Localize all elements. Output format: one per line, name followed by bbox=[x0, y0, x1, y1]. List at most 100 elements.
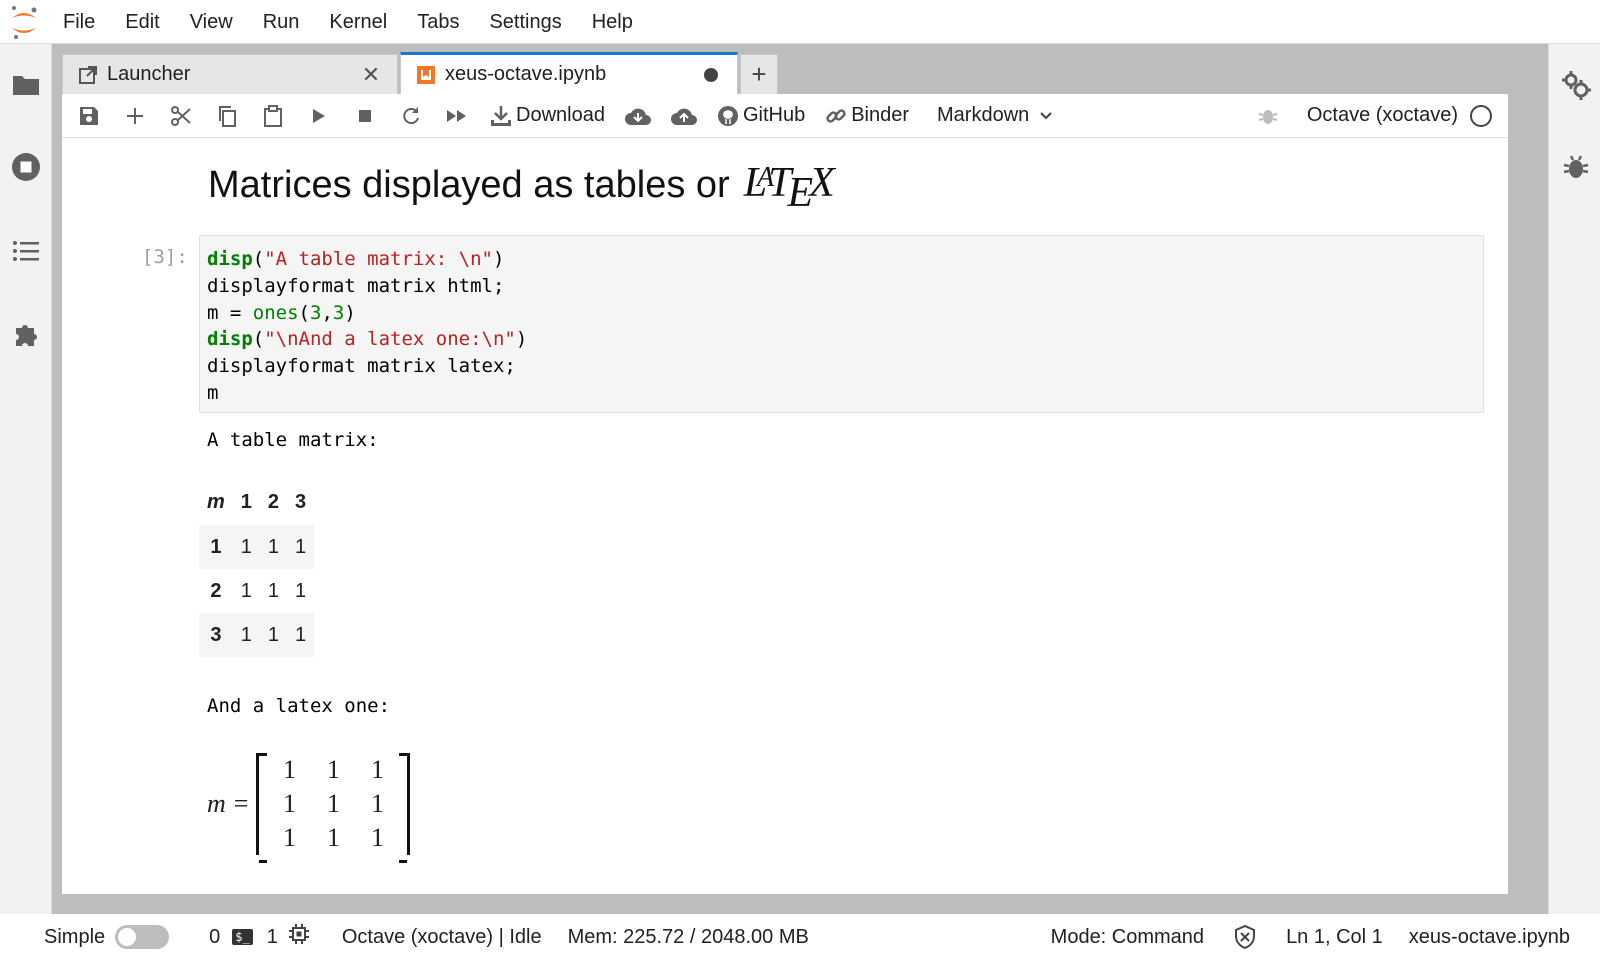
paste-icon[interactable] bbox=[250, 98, 296, 134]
extensions-puzzle-icon[interactable] bbox=[11, 319, 41, 349]
table-header: 2 bbox=[267, 490, 280, 513]
table-cell: 1 bbox=[240, 579, 252, 602]
menu-settings[interactable]: Settings bbox=[474, 0, 576, 44]
menu-view[interactable]: View bbox=[175, 0, 248, 44]
cloud-download-icon[interactable] bbox=[615, 98, 661, 134]
cloud-upload-icon[interactable] bbox=[661, 98, 707, 134]
output-text-table: A table matrix: bbox=[207, 429, 379, 451]
latex-bracket-matrix: 1 1 1 1 1 1 1 1 1 bbox=[256, 753, 411, 863]
unsaved-dot-icon[interactable] bbox=[699, 63, 723, 87]
folder-icon[interactable] bbox=[11, 70, 41, 100]
tab-launcher-label: Launcher bbox=[107, 63, 191, 85]
tab-notebook-label: xeus-octave.ipynb bbox=[445, 63, 607, 85]
heading-text: Matrices displayed as tables or bbox=[208, 164, 730, 206]
tab-notebook[interactable]: xeus-octave.ipynb bbox=[400, 52, 738, 94]
toggle-switch[interactable] bbox=[115, 925, 170, 949]
menu-help[interactable]: Help bbox=[577, 0, 648, 44]
trust-shield-icon[interactable] bbox=[1234, 925, 1256, 949]
kernel-debugger-bug-icon[interactable] bbox=[1253, 98, 1283, 134]
stop-icon[interactable] bbox=[342, 98, 388, 134]
table-header: 3 bbox=[295, 490, 307, 513]
cell-prompt: [3]: bbox=[142, 246, 188, 268]
main-dock-area: Launcher ✕ xeus-octave.ipynb + Download … bbox=[52, 44, 1548, 914]
binder-label: Binder bbox=[851, 104, 910, 126]
kernel-idle-status-icon bbox=[1470, 104, 1492, 127]
terminals-indicator[interactable]: 0 $_ bbox=[209, 926, 253, 949]
terminal-icon: $_ bbox=[232, 929, 253, 945]
add-cell-icon[interactable] bbox=[112, 98, 158, 134]
matrix-entry: 1 bbox=[326, 789, 340, 818]
link-icon bbox=[826, 108, 846, 123]
current-file-name: xeus-octave.ipynb bbox=[1408, 925, 1570, 948]
menu-edit[interactable]: Edit bbox=[110, 0, 174, 44]
matrix-entry: 1 bbox=[370, 823, 384, 852]
table-row: 3 1 1 1 bbox=[199, 613, 315, 657]
table-row: 1 1 1 1 bbox=[199, 525, 315, 569]
right-sidebar bbox=[1548, 44, 1600, 914]
add-tab-button[interactable]: + bbox=[740, 54, 778, 94]
download-icon bbox=[491, 105, 511, 126]
restart-icon[interactable] bbox=[388, 98, 434, 134]
debugger-bug-icon[interactable] bbox=[1561, 152, 1591, 182]
jupyter-logo-icon[interactable] bbox=[0, 0, 48, 44]
latex-variable: m bbox=[207, 789, 226, 818]
table-header-row: m 1 2 3 bbox=[199, 479, 314, 525]
table-row: 2 1 1 1 bbox=[199, 569, 314, 613]
code-cell-editor[interactable]: disp("A table matrix: \n") displayformat… bbox=[199, 235, 1484, 413]
menu-run[interactable]: Run bbox=[248, 0, 315, 44]
kernel-status-text[interactable]: Octave (xoctave) | Idle bbox=[342, 926, 542, 949]
table-cell: 1 bbox=[295, 579, 307, 602]
download-button[interactable]: Download bbox=[480, 98, 615, 134]
table-cell: 1 bbox=[267, 579, 280, 602]
simple-mode-toggle[interactable]: Simple bbox=[44, 925, 170, 949]
menu-tabs[interactable]: Tabs bbox=[402, 0, 474, 44]
notebook-content: Matrices displayed as tables or LATEX [3… bbox=[62, 139, 1508, 894]
matrix-entry: 1 bbox=[282, 789, 296, 818]
table-cell: 1 bbox=[240, 535, 252, 558]
mode-indicator[interactable]: Mode: Command bbox=[1051, 926, 1204, 949]
download-label: Download bbox=[516, 104, 605, 126]
tab-bar: Launcher ✕ xeus-octave.ipynb + bbox=[62, 52, 780, 94]
close-icon[interactable]: ✕ bbox=[359, 62, 383, 87]
copy-icon[interactable] bbox=[204, 98, 250, 134]
table-header: 1 bbox=[240, 490, 252, 513]
github-button[interactable]: GitHub bbox=[707, 98, 815, 134]
menu-kernel[interactable]: Kernel bbox=[314, 0, 402, 44]
output-text-latex: And a latex one: bbox=[207, 695, 391, 717]
menu-file[interactable]: File bbox=[48, 0, 110, 44]
memory-usage: Mem: 225.72 / 2048.00 MB bbox=[567, 925, 809, 948]
table-of-contents-icon[interactable] bbox=[11, 236, 41, 266]
cpu-chip-icon bbox=[288, 923, 310, 951]
row-label: 2 bbox=[210, 579, 222, 602]
matrix-html-table: m 1 2 3 1 1 1 1 2 1 1 1 3 1 1 1 bbox=[199, 479, 315, 657]
table-cell: 1 bbox=[295, 623, 307, 646]
chevron-down-icon bbox=[1039, 108, 1053, 124]
terminal-count: 0 bbox=[209, 925, 221, 948]
launcher-external-icon bbox=[77, 64, 99, 86]
matrix-entry: 1 bbox=[370, 755, 384, 784]
matrix-entry: 1 bbox=[326, 755, 340, 784]
notebook-icon bbox=[415, 64, 437, 86]
matrix-entry: 1 bbox=[370, 789, 384, 818]
table-corner: m bbox=[207, 490, 225, 513]
markdown-heading[interactable]: Matrices displayed as tables or LATEX bbox=[208, 159, 835, 216]
run-all-fast-forward-icon[interactable] bbox=[434, 98, 480, 134]
github-icon bbox=[717, 105, 738, 126]
property-inspector-gears-icon[interactable] bbox=[1561, 70, 1591, 100]
kernels-indicator[interactable]: 1 bbox=[267, 923, 310, 951]
table-cell: 1 bbox=[240, 623, 252, 646]
tab-launcher[interactable]: Launcher ✕ bbox=[62, 54, 398, 94]
github-label: GitHub bbox=[742, 104, 806, 126]
status-bar: Simple 0 $_ 1 Octave (xoctave) | Idle Me… bbox=[0, 914, 1600, 960]
cut-icon[interactable] bbox=[158, 98, 204, 134]
latex-equals: = bbox=[233, 789, 249, 818]
kernel-name-button[interactable]: Octave (xoctave) bbox=[1307, 104, 1458, 127]
binder-button[interactable]: Binder bbox=[815, 98, 919, 134]
menu-bar: File Edit View Run Kernel Tabs Settings … bbox=[0, 0, 1600, 44]
running-sessions-icon[interactable] bbox=[11, 152, 41, 182]
run-icon[interactable] bbox=[296, 98, 342, 134]
save-icon[interactable] bbox=[66, 98, 112, 134]
table-cell: 1 bbox=[267, 623, 280, 646]
cursor-position[interactable]: Ln 1, Col 1 bbox=[1286, 926, 1383, 949]
cell-type-select[interactable]: Markdown bbox=[937, 104, 1053, 127]
